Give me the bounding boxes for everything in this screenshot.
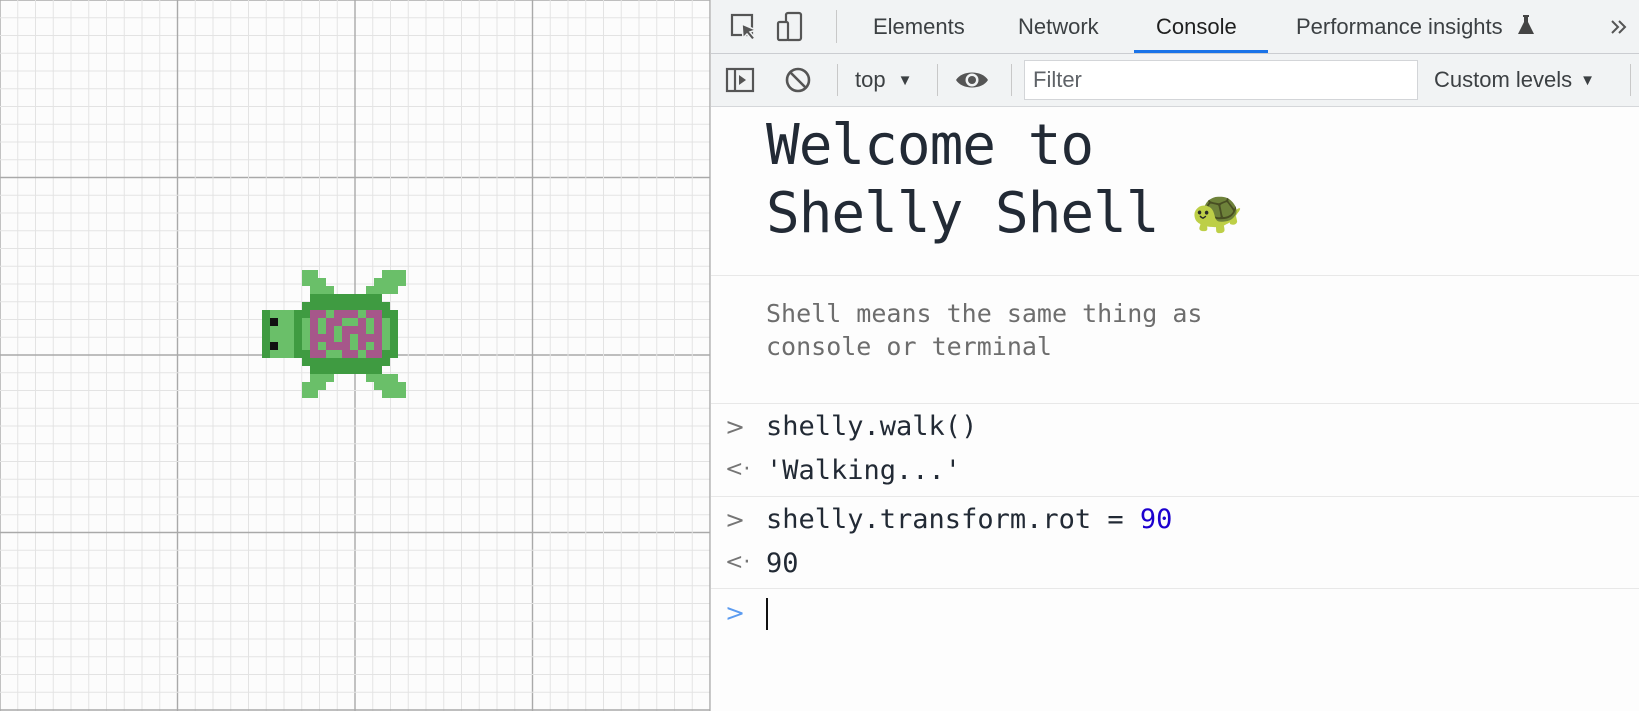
input-chevron-icon: >	[725, 506, 746, 534]
console-input-code: shelly.walk()	[766, 411, 978, 442]
input-chevron-icon: >	[725, 413, 746, 441]
console-input-row: > shelly.transform.rot = 90	[711, 500, 1639, 540]
tab-elements[interactable]: Elements	[851, 0, 987, 53]
devtools-tabbar: Elements Network Console Performance ins…	[711, 0, 1639, 54]
console-toolbar: top ▼ Filter Custom levels ▼	[711, 54, 1639, 107]
turtle-canvas[interactable]	[0, 0, 710, 711]
sidebar-toggle-icon[interactable]	[723, 63, 757, 97]
inspect-element-icon[interactable]	[727, 10, 761, 44]
welcome-subtext: Shell means the same thing as console or…	[766, 299, 1203, 361]
console-input-code: shelly.transform.rot = 90	[766, 504, 1173, 535]
devtools-panel: Elements Network Console Performance ins…	[710, 0, 1639, 711]
chevron-double-right-icon[interactable]	[1604, 10, 1634, 44]
tab-performance-insights[interactable]: Performance insights	[1274, 0, 1557, 53]
clear-console-icon[interactable]	[781, 63, 815, 97]
console-output-row: <· 90	[711, 544, 1639, 584]
turtle-sprite	[262, 270, 406, 398]
console-output-value: 90	[766, 548, 799, 579]
toolbar-divider	[1630, 64, 1631, 96]
console-output-row: <· 'Walking...'	[711, 451, 1639, 491]
tab-network[interactable]: Network	[996, 0, 1121, 53]
welcome-heading: Welcome to Shelly Shell 🐢	[766, 113, 1244, 246]
caret-down-icon: ▼	[897, 72, 913, 89]
result-arrow-icon: <·	[725, 550, 751, 575]
filter-input[interactable]: Filter	[1024, 60, 1418, 100]
console-row-divider	[711, 403, 1639, 404]
console-row-divider	[711, 496, 1639, 497]
tabbar-divider	[836, 10, 837, 43]
experiment-flask-icon	[1517, 2, 1535, 55]
result-arrow-icon: <·	[725, 457, 751, 482]
toolbar-divider	[837, 64, 838, 96]
toolbar-divider	[937, 64, 938, 96]
active-tab-indicator	[1134, 50, 1268, 53]
prompt-chevron-icon: >	[725, 599, 746, 627]
toolbar-divider	[1011, 64, 1012, 96]
eye-icon[interactable]	[955, 63, 989, 97]
turtle-emoji-icon: 🐢	[1191, 187, 1243, 236]
console-output-value: 'Walking...'	[766, 455, 962, 486]
text-cursor	[766, 598, 768, 630]
console-input-row: > shelly.walk()	[711, 407, 1639, 447]
caret-down-icon: ▼	[1580, 72, 1596, 89]
console-row-divider	[711, 275, 1639, 276]
context-selector[interactable]: top ▼	[855, 63, 912, 97]
console-output: Welcome to Shelly Shell 🐢 Shell means th…	[711, 107, 1639, 711]
tab-console[interactable]: Console	[1134, 0, 1268, 53]
log-levels-dropdown[interactable]: Custom levels ▼	[1434, 63, 1595, 97]
device-toolbar-icon[interactable]	[773, 10, 807, 44]
console-row-divider	[711, 588, 1639, 589]
console-prompt[interactable]: >	[711, 593, 1639, 633]
